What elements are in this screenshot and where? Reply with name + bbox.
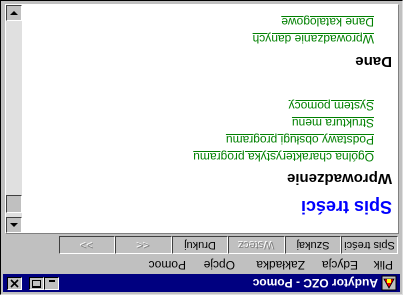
- rotated-screenshot-frame: Audytor OZC - Pomoc Plik Edycja Zakładka…: [0, 0, 403, 295]
- menu-opcje[interactable]: Opcje: [204, 258, 235, 272]
- help-toolbar: Spis treści Szukaj Wstecz Drukuj << >>: [3, 234, 400, 256]
- minimize-button[interactable]: [44, 277, 59, 290]
- help-window: Audytor OZC - Pomoc Plik Edycja Zakładka…: [0, 0, 403, 295]
- next-topic-button[interactable]: >>: [59, 236, 115, 254]
- vertical-scrollbar[interactable]: [6, 5, 22, 233]
- section-heading-intro: Wprowadzenie: [286, 170, 392, 187]
- menu-plik[interactable]: Plik: [374, 258, 393, 272]
- help-link-data-entry[interactable]: Wprowadzanie danych: [253, 32, 374, 46]
- help-link-basics[interactable]: Podstawy obsługi programu: [226, 133, 374, 147]
- prev-topic-button[interactable]: <<: [115, 236, 172, 254]
- title-bar[interactable]: Audytor OZC - Pomoc: [3, 274, 400, 292]
- menu-zakladka[interactable]: Zakładka: [256, 258, 305, 272]
- arrow-up-icon: [10, 223, 18, 227]
- scroll-up-button[interactable]: [6, 217, 22, 233]
- maximize-button[interactable]: [29, 277, 44, 290]
- menu-edycja[interactable]: Edycja: [322, 258, 358, 272]
- scroll-thumb[interactable]: [6, 195, 22, 213]
- help-link-catalog-data[interactable]: Dane katalogowe: [281, 15, 374, 29]
- window-title: Audytor OZC - Pomoc: [252, 276, 378, 290]
- arrow-down-icon: [10, 11, 18, 15]
- help-link-overview[interactable]: Ogólna charakterystyka programu: [193, 150, 374, 164]
- minimize-icon: [49, 280, 55, 282]
- section-heading-data: Dane: [355, 53, 392, 70]
- scroll-down-button[interactable]: [6, 5, 22, 21]
- contents-title: Spis treści: [300, 197, 392, 217]
- back-button[interactable]: Wstecz: [228, 236, 285, 254]
- close-button[interactable]: [7, 277, 22, 290]
- close-icon: [10, 279, 19, 288]
- menu-bar: Plik Edycja Zakładka Opcje Pomoc: [3, 256, 400, 274]
- contents-button[interactable]: Spis treści: [341, 236, 398, 254]
- help-link-menu[interactable]: Struktura menu: [292, 116, 374, 130]
- print-button[interactable]: Drukuj: [172, 236, 228, 254]
- menu-pomoc[interactable]: Pomoc: [149, 258, 186, 272]
- help-content-pane: Spis treści Wprowadzenie Ogólna charakte…: [5, 4, 399, 234]
- help-link-help-system[interactable]: System pomocy: [289, 99, 374, 113]
- maximize-icon: [32, 280, 41, 288]
- app-icon[interactable]: [381, 275, 397, 291]
- search-button[interactable]: Szukaj: [285, 236, 341, 254]
